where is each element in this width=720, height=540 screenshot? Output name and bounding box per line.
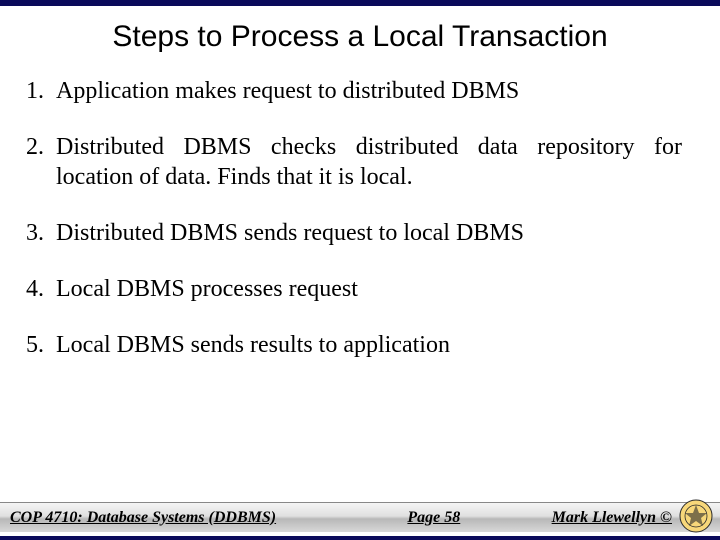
list-item: 2. Distributed DBMS checks distributed d… bbox=[26, 132, 682, 192]
step-number: 4. bbox=[26, 274, 56, 304]
footer-page: Page 58 bbox=[276, 509, 552, 527]
step-text: Local DBMS processes request bbox=[56, 274, 682, 304]
step-number: 5. bbox=[26, 330, 56, 360]
slide-footer: COP 4710: Database Systems (DDBMS) Page … bbox=[0, 502, 720, 532]
step-text: Application makes request to distributed… bbox=[56, 76, 682, 106]
slide: Steps to Process a Local Transaction 1. … bbox=[0, 0, 720, 540]
step-text: Distributed DBMS sends request to local … bbox=[56, 218, 682, 248]
slide-title: Steps to Process a Local Transaction bbox=[0, 6, 720, 62]
list-item: 5. Local DBMS sends results to applicati… bbox=[26, 330, 682, 360]
step-number: 2. bbox=[26, 132, 56, 162]
list-item: 3. Distributed DBMS sends request to loc… bbox=[26, 218, 682, 248]
list-item: 4. Local DBMS processes request bbox=[26, 274, 682, 304]
slide-body: 1. Application makes request to distribu… bbox=[0, 62, 720, 360]
step-text: Local DBMS sends results to application bbox=[56, 330, 682, 360]
step-text: Distributed DBMS checks distributed data… bbox=[56, 132, 682, 192]
list-item: 1. Application makes request to distribu… bbox=[26, 76, 682, 106]
step-number: 1. bbox=[26, 76, 56, 106]
step-number: 3. bbox=[26, 218, 56, 248]
footer-course: COP 4710: Database Systems (DDBMS) bbox=[0, 509, 276, 527]
ucf-seal-icon bbox=[678, 498, 714, 534]
